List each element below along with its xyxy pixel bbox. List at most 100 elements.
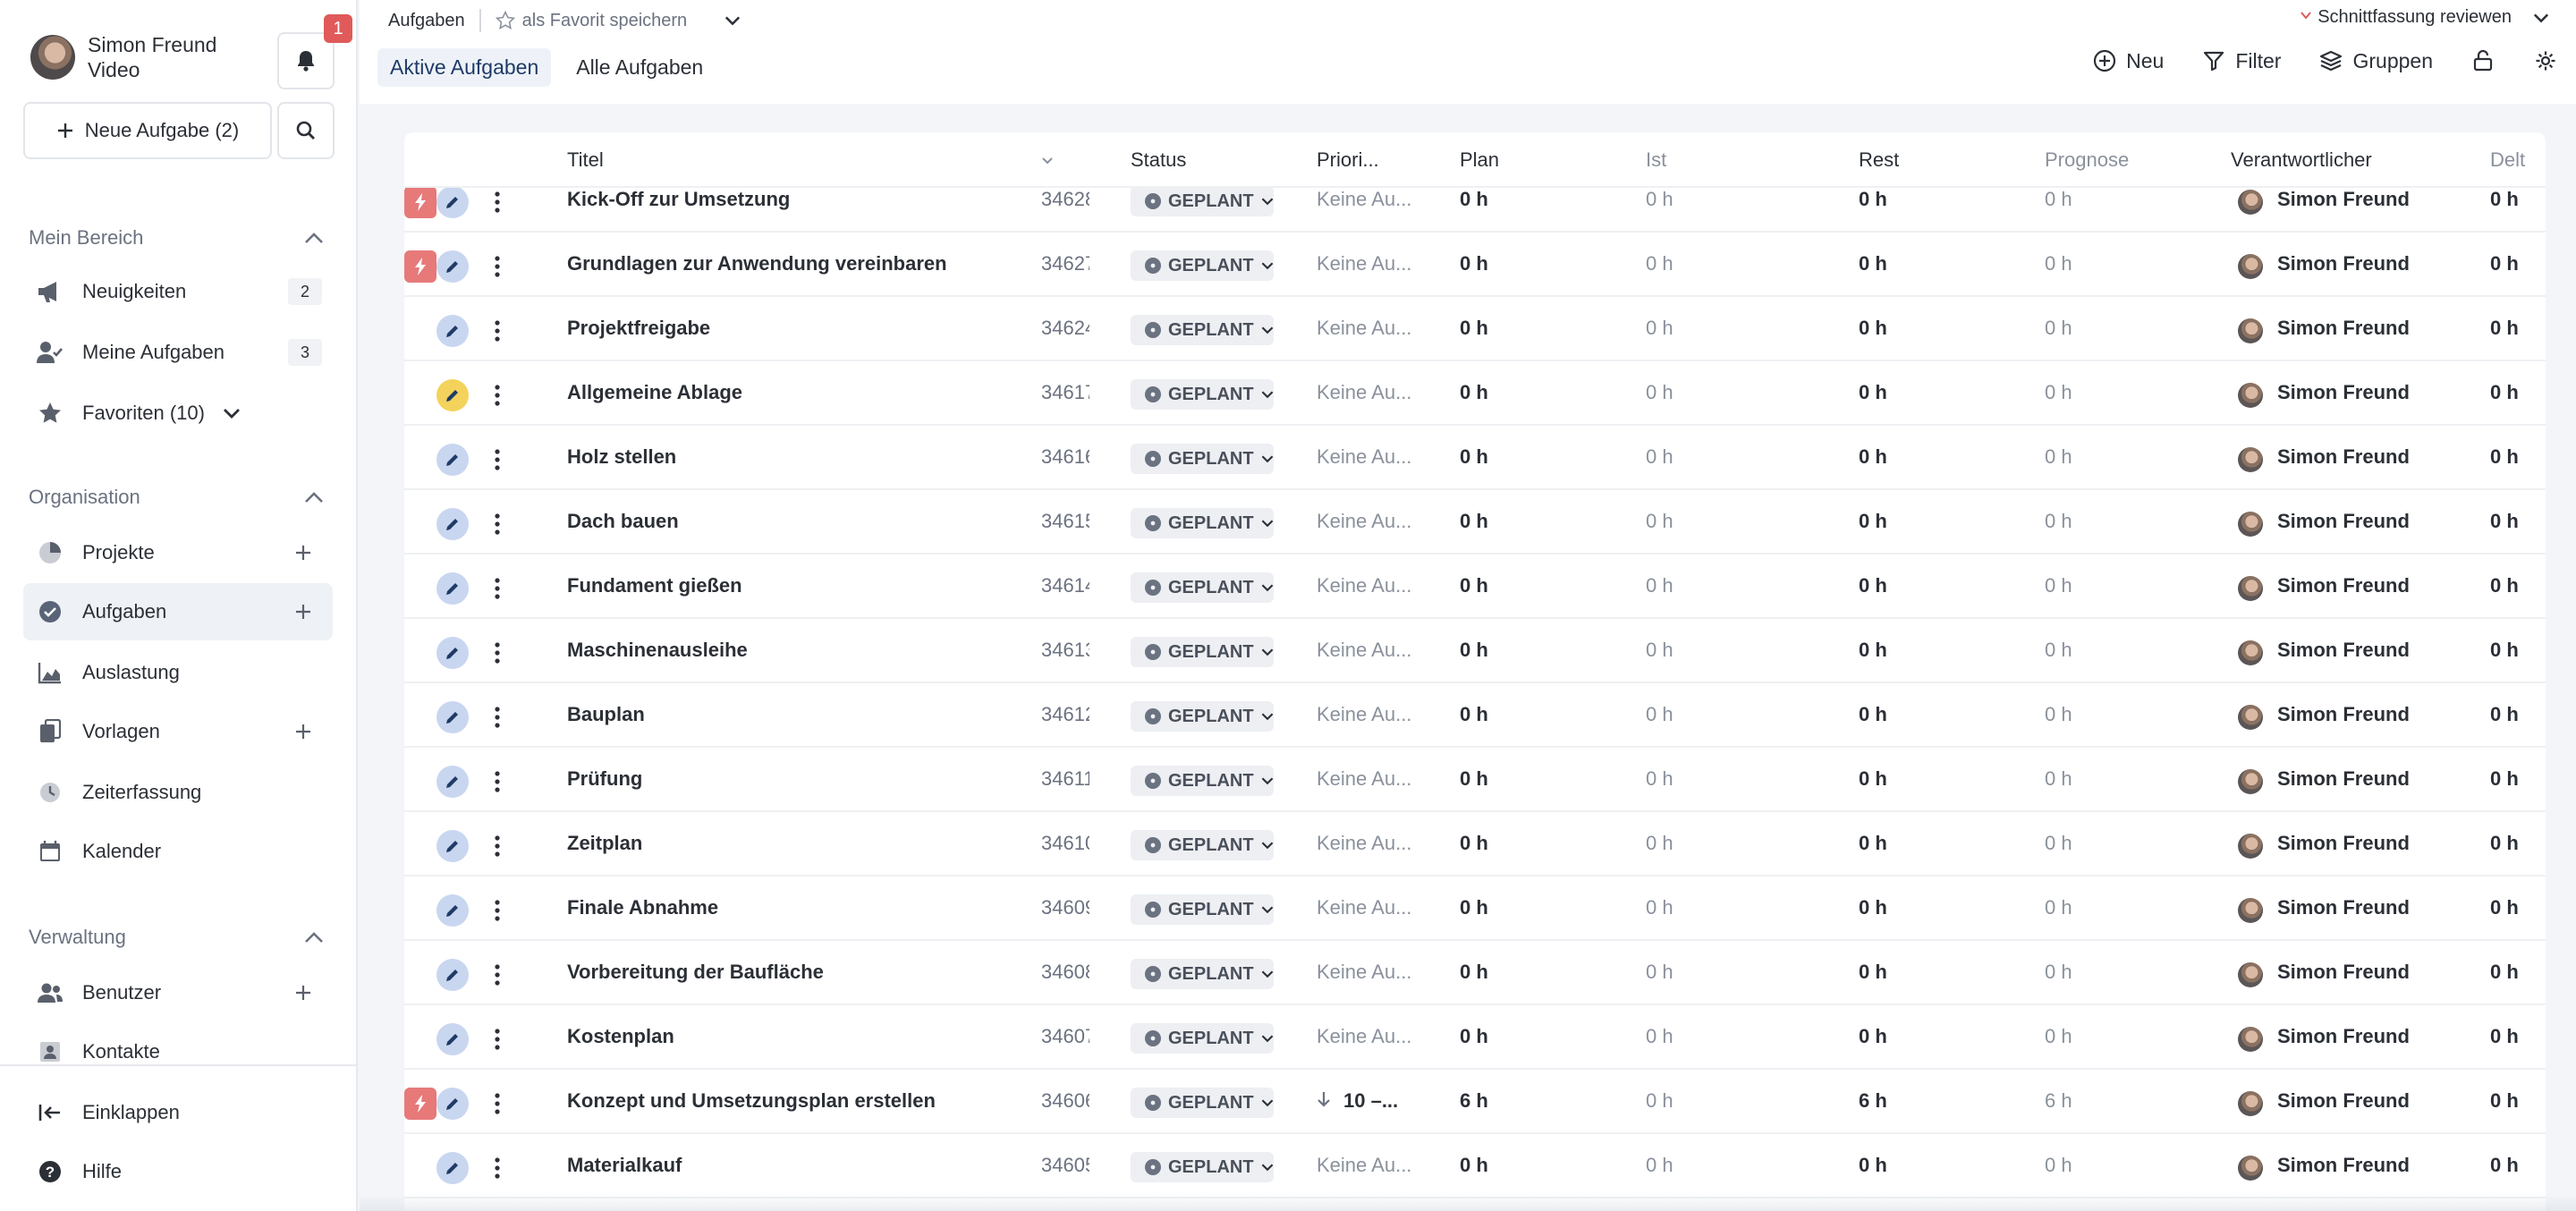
priority-value[interactable]: Keine Au... xyxy=(1317,188,1411,211)
row-menu-button[interactable] xyxy=(490,894,504,927)
groups-button[interactable]: Gruppen xyxy=(2318,48,2433,73)
priority-value[interactable]: Keine Au... xyxy=(1317,381,1411,404)
status-select[interactable]: GEPLANT xyxy=(1131,766,1274,796)
row-menu-button[interactable] xyxy=(490,830,504,862)
new-task-button[interactable]: Neue Aufgabe (2) xyxy=(23,102,272,159)
status-select[interactable]: GEPLANT xyxy=(1131,315,1274,345)
breadcrumb-current[interactable]: Aufgaben xyxy=(388,11,465,31)
timer-task-select[interactable]: Schnittfassung reviewen xyxy=(2300,7,2549,28)
task-title[interactable]: Vorbereitung der Baufläche xyxy=(567,961,824,984)
table-row[interactable]: Projektfreigabe 34624 GEPLANT Keine Au..… xyxy=(404,297,2546,361)
table-row[interactable]: Bauplan 34612 GEPLANT Keine Au... 0 h 0 … xyxy=(404,683,2546,748)
table-row[interactable]: Fundament gießen 34614 GEPLANT Keine Au.… xyxy=(404,555,2546,619)
section-mein-bereich[interactable]: Mein Bereich xyxy=(29,220,324,256)
row-menu-button[interactable] xyxy=(490,572,504,605)
row-menu-button[interactable] xyxy=(490,315,504,347)
row-menu-button[interactable] xyxy=(490,379,504,411)
row-menu-button[interactable] xyxy=(490,701,504,733)
tab-aktive-aufgaben[interactable]: Aktive Aufgaben xyxy=(377,48,552,87)
task-title[interactable]: Holz stellen xyxy=(567,445,676,469)
priority-value[interactable]: Keine Au... xyxy=(1317,252,1411,275)
priority-value[interactable]: Keine Au... xyxy=(1317,510,1411,533)
status-select[interactable]: GEPLANT xyxy=(1131,572,1274,603)
column-status[interactable]: Status xyxy=(1131,148,1186,172)
table-row[interactable]: Dach bauen 34615 GEPLANT Keine Au... 0 h… xyxy=(404,490,2546,555)
edit-button[interactable] xyxy=(436,572,469,605)
priority-value[interactable]: Keine Au... xyxy=(1317,767,1411,791)
responsible-name[interactable]: Simon Freund xyxy=(2277,188,2410,211)
responsible-name[interactable]: Simon Freund xyxy=(2277,1025,2410,1048)
status-select[interactable]: GEPLANT xyxy=(1131,894,1274,925)
search-button[interactable] xyxy=(277,102,335,159)
row-menu-button[interactable] xyxy=(490,444,504,476)
priority-value[interactable]: Keine Au... xyxy=(1317,317,1411,340)
task-title[interactable]: Dach bauen xyxy=(567,510,679,533)
settings-button[interactable] xyxy=(2533,48,2558,73)
row-menu-button[interactable] xyxy=(490,766,504,798)
table-row[interactable]: Maschinenausleihe 34613 GEPLANT Keine Au… xyxy=(404,619,2546,683)
row-menu-button[interactable] xyxy=(490,250,504,283)
responsible-name[interactable]: Simon Freund xyxy=(2277,252,2410,275)
priority-value[interactable]: Keine Au... xyxy=(1317,961,1411,984)
status-select[interactable]: GEPLANT xyxy=(1131,508,1274,538)
status-select[interactable]: GEPLANT xyxy=(1131,1088,1274,1118)
sidebar-item-benutzer[interactable]: Benutzer xyxy=(23,964,333,1021)
table-row[interactable]: Zeitplan 34610 GEPLANT Keine Au... 0 h 0… xyxy=(404,812,2546,876)
sidebar-item-favoriten[interactable]: Favoriten (10) xyxy=(23,385,333,442)
sidebar-item-einklappen[interactable]: Einklappen xyxy=(23,1084,333,1141)
task-title[interactable]: Fundament gießen xyxy=(567,574,742,597)
chevron-up-icon[interactable] xyxy=(304,232,324,244)
responsible-name[interactable]: Simon Freund xyxy=(2277,767,2410,791)
filter-button[interactable]: Filter xyxy=(2201,48,2281,73)
row-menu-button[interactable] xyxy=(490,186,504,218)
sidebar-item-zeiterfassung[interactable]: Zeiterfassung xyxy=(23,764,333,821)
task-title[interactable]: Finale Abnahme xyxy=(567,896,718,919)
row-menu-button[interactable] xyxy=(490,637,504,669)
task-title[interactable]: Kick-Off zur Umsetzung xyxy=(567,188,790,211)
save-favorite-button[interactable]: als Favorit speichern xyxy=(495,11,687,31)
lock-button[interactable] xyxy=(2470,48,2496,73)
section-organisation[interactable]: Organisation xyxy=(29,479,324,515)
status-select[interactable]: GEPLANT xyxy=(1131,701,1274,732)
table-row[interactable]: Konzept und Umsetzungsplan erstellen 346… xyxy=(404,1070,2546,1134)
sidebar-item-neuigkeiten[interactable]: Neuigkeiten 2 xyxy=(23,263,333,320)
edit-button[interactable] xyxy=(436,701,469,733)
responsible-name[interactable]: Simon Freund xyxy=(2277,510,2410,533)
priority-value[interactable]: Keine Au... xyxy=(1317,445,1411,469)
priority-value[interactable]: Keine Au... xyxy=(1317,1154,1411,1177)
chevron-up-icon[interactable] xyxy=(304,931,324,944)
edit-button[interactable] xyxy=(436,315,469,347)
edit-button[interactable] xyxy=(436,637,469,669)
chevron-down-icon[interactable] xyxy=(217,399,246,428)
table-row[interactable]: Grundlagen zur Anwendung vereinbaren 346… xyxy=(404,233,2546,297)
task-title[interactable]: Prüfung xyxy=(567,767,642,791)
row-menu-button[interactable] xyxy=(490,1023,504,1055)
sidebar-item-projekte[interactable]: Projekte xyxy=(23,524,333,581)
column-responsible[interactable]: Verantwortlicher xyxy=(2231,148,2372,172)
table-row[interactable]: Kostenplan 34607 GEPLANT Keine Au... 0 h… xyxy=(404,1005,2546,1070)
status-select[interactable]: GEPLANT xyxy=(1131,379,1274,410)
edit-button[interactable] xyxy=(436,959,469,991)
user-profile[interactable]: Simon Freund Video xyxy=(30,32,216,82)
column-delta[interactable]: Delt xyxy=(2490,148,2526,172)
add-task-button[interactable] xyxy=(293,602,313,622)
table-row[interactable]: Allgemeine Ablage 34617 GEPLANT Keine Au… xyxy=(404,361,2546,426)
new-button[interactable]: Neu xyxy=(2092,48,2164,73)
responsible-name[interactable]: Simon Freund xyxy=(2277,1154,2410,1177)
status-select[interactable]: GEPLANT xyxy=(1131,444,1274,474)
add-template-button[interactable] xyxy=(293,722,313,741)
responsible-name[interactable]: Simon Freund xyxy=(2277,961,2410,984)
task-title[interactable]: Allgemeine Ablage xyxy=(567,381,742,404)
priority-value[interactable]: Keine Au... xyxy=(1317,639,1411,662)
table-row[interactable]: Materialkauf 34605 GEPLANT Keine Au... 0… xyxy=(404,1134,2546,1198)
edit-button[interactable] xyxy=(436,1088,469,1120)
priority-value[interactable]: 10 –... xyxy=(1317,1089,1398,1113)
edit-button[interactable] xyxy=(436,444,469,476)
priority-value[interactable]: Keine Au... xyxy=(1317,832,1411,855)
status-select[interactable]: GEPLANT xyxy=(1131,250,1274,281)
column-priority[interactable]: Priori... xyxy=(1317,148,1379,172)
responsible-name[interactable]: Simon Freund xyxy=(2277,639,2410,662)
table-row[interactable]: Prüfung 34611 GEPLANT Keine Au... 0 h 0 … xyxy=(404,748,2546,812)
edit-button[interactable] xyxy=(436,1152,469,1184)
row-menu-button[interactable] xyxy=(490,959,504,991)
